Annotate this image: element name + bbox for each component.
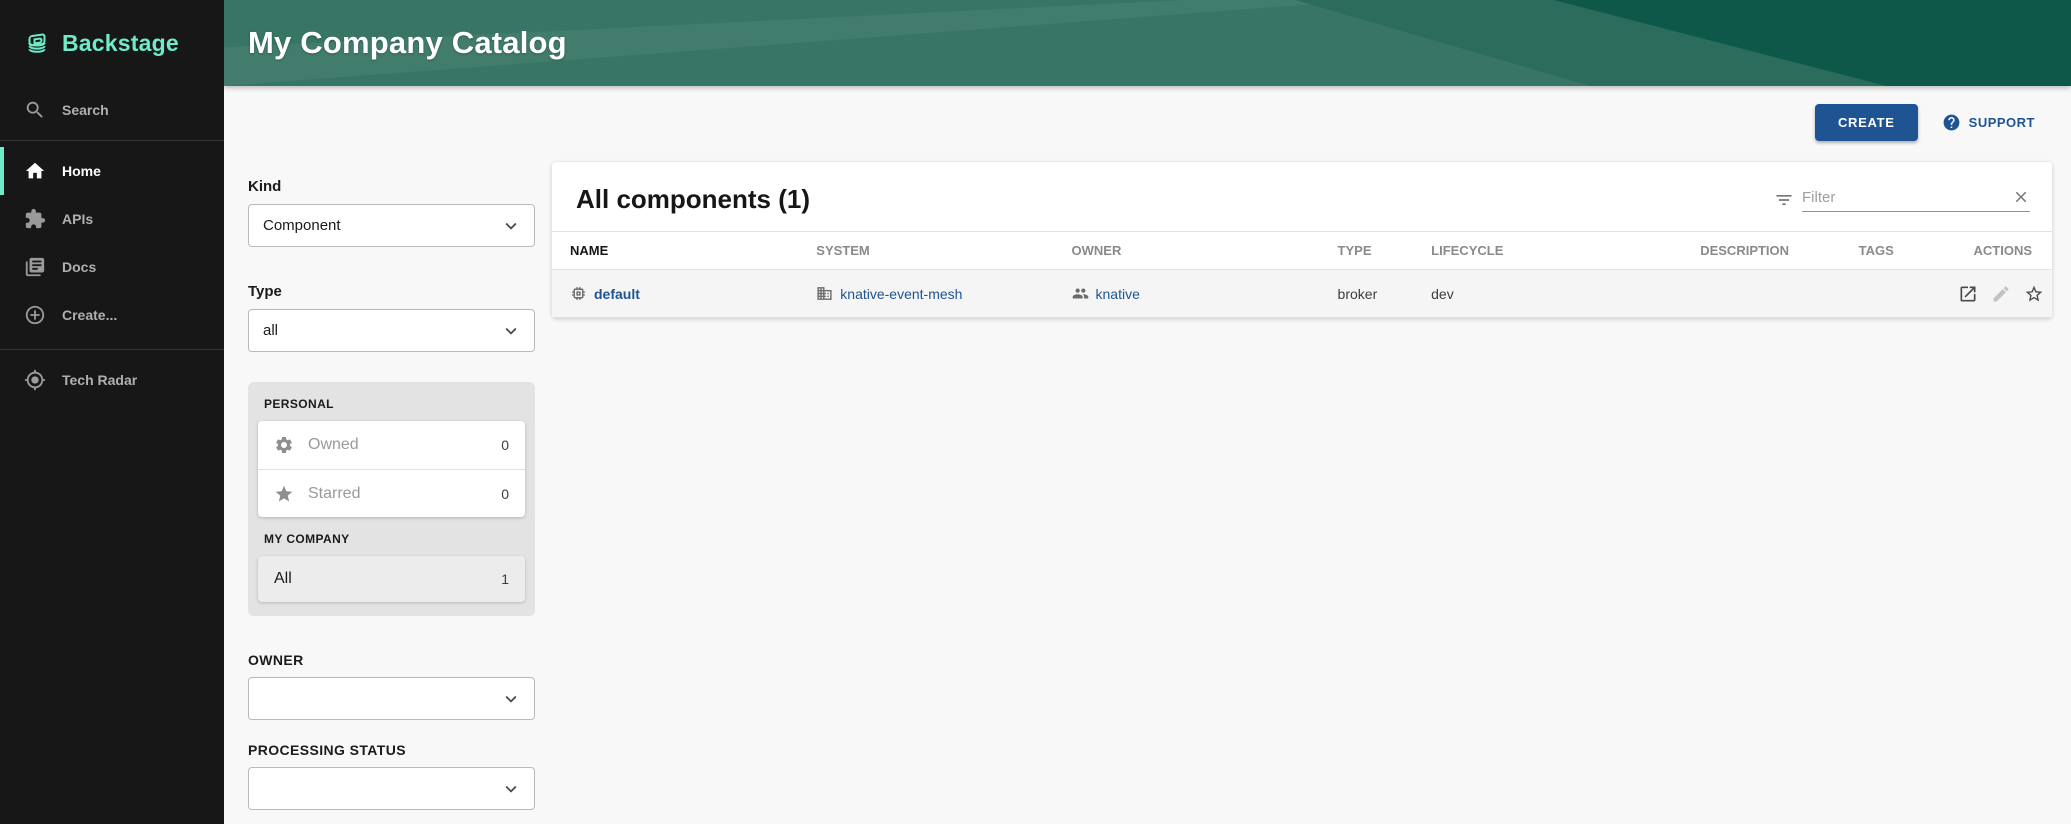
page-title: My Company Catalog xyxy=(248,25,567,61)
sidebar-item-label: Search xyxy=(62,102,109,118)
backstage-logo-icon xyxy=(22,28,52,58)
puzzle-icon xyxy=(24,208,46,230)
help-icon xyxy=(1942,113,1961,132)
add-circle-icon xyxy=(24,304,46,326)
owner-link[interactable]: knative xyxy=(1072,285,1322,302)
close-icon[interactable] xyxy=(2012,188,2030,206)
support-label: SUPPORT xyxy=(1969,115,2035,130)
column-header-tags[interactable]: TAGS xyxy=(1851,232,1942,270)
type-label: Type xyxy=(248,283,535,300)
personal-card: Owned 0 Starred 0 xyxy=(258,421,525,517)
filter-icon[interactable] xyxy=(1774,190,1794,210)
table-row: default knative-event-mesh xyxy=(552,270,2052,318)
table-header-row: NAME SYSTEM OWNER TYPE LIFECYCLE DESCRIP… xyxy=(552,232,2052,270)
filters-panel: Kind Component Type all PERSONAL Owned 0 xyxy=(248,178,535,810)
components-table: NAME SYSTEM OWNER TYPE LIFECYCLE DESCRIP… xyxy=(552,231,2052,318)
column-header-type[interactable]: TYPE xyxy=(1330,232,1424,270)
column-header-lifecycle[interactable]: LIFECYCLE xyxy=(1423,232,1692,270)
column-header-system[interactable]: SYSTEM xyxy=(808,232,1063,270)
docs-icon xyxy=(24,256,46,278)
catalog-table-card: All components (1) NAME SYSTEM OWNER TYP xyxy=(552,162,2052,318)
create-button[interactable]: CREATE xyxy=(1815,104,1918,141)
kind-label: Kind xyxy=(248,178,535,195)
sidebar-item-label: Home xyxy=(62,163,101,179)
filter-item-count: 0 xyxy=(501,437,509,453)
owner-name: knative xyxy=(1096,286,1140,302)
type-cell: broker xyxy=(1330,270,1424,318)
tags-cell xyxy=(1851,270,1942,318)
sidebar-item-apis[interactable]: APIs xyxy=(0,195,224,243)
column-header-description[interactable]: DESCRIPTION xyxy=(1692,232,1850,270)
component-icon xyxy=(570,285,587,302)
toolbar: CREATE SUPPORT xyxy=(1815,104,2035,141)
my-company-header: MY COMPANY xyxy=(248,517,535,556)
star-icon xyxy=(274,484,294,504)
filter-item-owned[interactable]: Owned 0 xyxy=(258,421,525,469)
sidebar: Backstage Search Home APIs Docs Create..… xyxy=(0,0,224,824)
kind-select[interactable]: Component xyxy=(248,204,535,247)
support-button[interactable]: SUPPORT xyxy=(1942,113,2035,132)
sidebar-item-search[interactable]: Search xyxy=(0,86,224,134)
column-header-actions: ACTIONS xyxy=(1941,232,2052,270)
page-header: My Company Catalog xyxy=(224,0,2071,86)
sidebar-item-label: Docs xyxy=(62,259,96,275)
sidebar-divider xyxy=(0,140,224,141)
table-filter-input[interactable] xyxy=(1802,189,2012,206)
filter-item-count: 1 xyxy=(501,571,509,587)
sidebar-item-home[interactable]: Home xyxy=(0,147,224,195)
sidebar-filter-groups: PERSONAL Owned 0 Starred 0 MY COMPANY Al… xyxy=(248,382,535,616)
entity-name: default xyxy=(594,286,640,302)
type-select-value: all xyxy=(263,322,278,339)
sidebar-item-label: APIs xyxy=(62,211,93,227)
owner-label: OWNER xyxy=(248,652,535,668)
system-name: knative-event-mesh xyxy=(840,286,962,302)
system-link[interactable]: knative-event-mesh xyxy=(816,285,1055,302)
gear-icon xyxy=(274,435,294,455)
search-icon xyxy=(24,99,46,121)
lifecycle-cell: dev xyxy=(1423,270,1692,318)
sidebar-item-label: Create... xyxy=(62,307,117,323)
owner-select[interactable] xyxy=(248,677,535,720)
column-header-name[interactable]: NAME xyxy=(552,232,808,270)
sidebar-item-docs[interactable]: Docs xyxy=(0,243,224,291)
chevron-down-icon xyxy=(500,688,522,710)
kind-select-value: Component xyxy=(263,217,341,234)
sidebar-item-create[interactable]: Create... xyxy=(0,291,224,339)
processing-status-label: PROCESSING STATUS xyxy=(248,742,535,758)
sidebar-divider xyxy=(0,349,224,350)
backstage-logo[interactable]: Backstage xyxy=(0,0,224,86)
chevron-down-icon xyxy=(500,778,522,800)
table-filter-box xyxy=(1774,188,2030,212)
filter-item-label: Starred xyxy=(308,485,360,503)
type-select[interactable]: all xyxy=(248,309,535,352)
chevron-down-icon xyxy=(500,215,522,237)
filter-item-all[interactable]: All 1 xyxy=(258,556,525,602)
group-icon xyxy=(1072,285,1089,302)
table-title: All components (1) xyxy=(576,184,810,215)
domain-icon xyxy=(816,285,833,302)
edit-icon[interactable] xyxy=(1991,284,2011,304)
filter-item-label: All xyxy=(274,570,292,588)
star-outline-icon[interactable] xyxy=(2024,284,2044,304)
open-in-new-icon[interactable] xyxy=(1958,284,1978,304)
entity-name-link[interactable]: default xyxy=(570,285,800,302)
personal-header: PERSONAL xyxy=(248,382,535,421)
filter-item-starred[interactable]: Starred 0 xyxy=(258,469,525,517)
column-header-owner[interactable]: OWNER xyxy=(1064,232,1330,270)
filter-item-count: 0 xyxy=(501,486,509,502)
radar-icon xyxy=(24,369,46,391)
filter-item-label: Owned xyxy=(308,436,359,454)
description-cell xyxy=(1692,270,1850,318)
home-icon xyxy=(24,160,46,182)
processing-status-select[interactable] xyxy=(248,767,535,810)
chevron-down-icon xyxy=(500,320,522,342)
sidebar-item-label: Tech Radar xyxy=(62,372,137,388)
app-title: Backstage xyxy=(62,30,179,57)
sidebar-item-tech-radar[interactable]: Tech Radar xyxy=(0,356,224,404)
